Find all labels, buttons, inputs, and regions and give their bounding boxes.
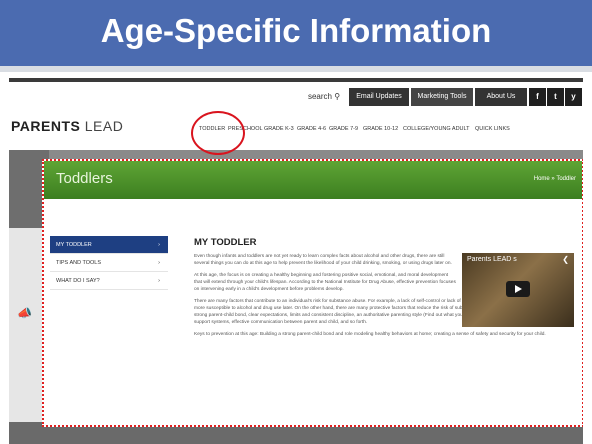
twitter-icon[interactable]: t <box>547 88 564 106</box>
main-nav-row: PARENTS LEAD TODDLER PRESCHOOL GRADE K-3… <box>9 108 583 150</box>
nav-college-young-adult[interactable]: COLLEGE/YOUNG ADULT <box>403 126 470 132</box>
toddler-page-overlay: Toddlers Home » Toddler MY TODDLER › TIP… <box>42 159 583 427</box>
search-icon: ⚲ <box>334 92 341 101</box>
search-label: search <box>307 92 332 101</box>
utility-bar: search ⚲ Email Updates Marketing Tools A… <box>9 78 583 108</box>
article-paragraph: Even though infants and toddlers are not… <box>194 254 452 266</box>
marketing-tools-button[interactable]: Marketing Tools <box>411 88 473 106</box>
website-screenshot: 📣 search ⚲ Email Updates Marketing Tools… <box>9 78 583 444</box>
breadcrumb[interactable]: Home » Toddler <box>534 176 576 182</box>
share-icon[interactable]: ❮ <box>562 255 569 264</box>
video-title: Parents LEAD s <box>467 256 517 263</box>
side-item-label: MY TODDLER <box>56 242 92 248</box>
logo-light-text: LEAD <box>84 118 124 134</box>
about-us-button[interactable]: About Us <box>475 88 527 106</box>
email-updates-button[interactable]: Email Updates <box>349 88 409 106</box>
article-heading: MY TODDLER <box>194 237 257 248</box>
video-player[interactable]: Parents LEAD s ❮ <box>462 253 574 327</box>
side-item-my-toddler[interactable]: MY TODDLER › <box>50 236 168 254</box>
search-link[interactable]: search ⚲ <box>301 88 347 106</box>
article-content: MY TODDLER Even though infants and toddl… <box>194 237 566 343</box>
article-paragraph: Keys to prevention at this age: Building… <box>194 332 546 337</box>
slide-header: Age-Specific Information <box>0 0 592 72</box>
page-banner: Toddlers Home » Toddler <box>44 161 582 199</box>
nav-grade-4-6[interactable]: GRADE 4-6 <box>297 126 326 132</box>
chevron-right-icon: › <box>158 260 160 266</box>
nav-grade-k-3[interactable]: GRADE K-3 <box>264 126 294 132</box>
facebook-icon[interactable]: f <box>529 88 546 106</box>
side-menu: MY TODDLER › TIPS AND TOOLS › WHAT DO I … <box>50 236 168 290</box>
site-logo[interactable]: PARENTS LEAD <box>11 118 123 134</box>
play-icon <box>515 285 522 293</box>
side-item-label: TIPS AND TOOLS <box>56 260 102 266</box>
highlight-circle <box>191 111 245 155</box>
side-item-label: WHAT DO I SAY? <box>56 278 100 284</box>
nav-grade-10-12[interactable]: GRADE 10-12 <box>363 126 398 132</box>
megaphone-icon: 📣 <box>17 306 32 320</box>
slide-title: Age-Specific Information <box>100 12 492 49</box>
chevron-right-icon: › <box>158 242 160 248</box>
nav-quick-links[interactable]: QUICK LINKS <box>475 126 510 132</box>
logo-bold-text: PARENTS <box>11 118 81 134</box>
youtube-icon[interactable]: y <box>565 88 582 106</box>
side-item-tips-and-tools[interactable]: TIPS AND TOOLS › <box>50 254 168 272</box>
article-paragraph: At this age, the focus is on creating a … <box>194 273 456 292</box>
nav-grade-7-9[interactable]: GRADE 7-9 <box>329 126 358 132</box>
play-button[interactable] <box>506 281 530 297</box>
side-item-what-do-i-say[interactable]: WHAT DO I SAY? › <box>50 272 168 290</box>
chevron-right-icon: › <box>158 278 160 284</box>
banner-title: Toddlers <box>56 170 113 187</box>
